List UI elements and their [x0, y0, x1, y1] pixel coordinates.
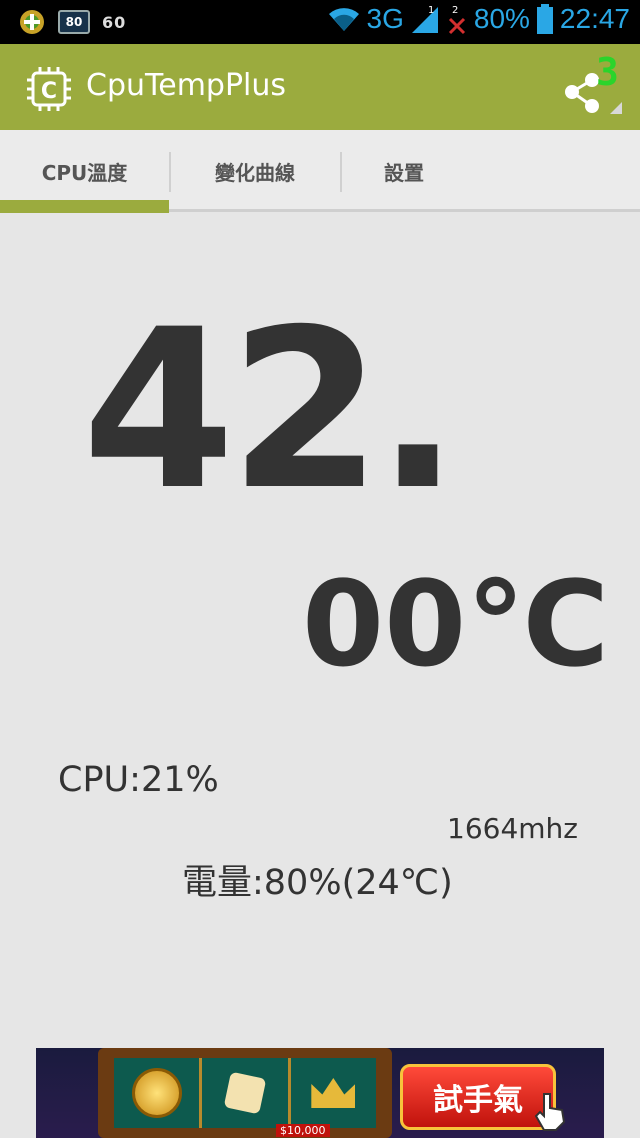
signal-icon: 1 — [411, 5, 438, 33]
crown-icon — [311, 1078, 356, 1108]
temperature-integer: 42. — [82, 282, 460, 538]
cpu-frequency: 1664mhz — [447, 812, 578, 845]
sim1-label: 1 — [428, 5, 434, 16]
hand-cursor-icon — [534, 1093, 566, 1131]
app-notification-icon — [20, 10, 44, 34]
slot-machine-graphic: $10,000 — [98, 1048, 392, 1138]
svg-text:C: C — [41, 79, 57, 104]
battery-percent: 80% — [473, 3, 530, 34]
sim2-label: 2 — [452, 5, 458, 16]
cpu-usage: CPU:21% — [58, 760, 219, 800]
slot-reel — [202, 1058, 291, 1128]
coin-icon — [131, 1068, 182, 1118]
status-bar: 80 60 3G 1 2 80% 22:47 — [0, 0, 640, 44]
network-type: 3G — [366, 3, 404, 34]
ad-banner[interactable]: $10,000 試手氣 — [36, 1048, 604, 1138]
clock: 22:47 — [559, 3, 630, 34]
share-count-badge: 3 — [596, 50, 619, 94]
app-logo-icon: C — [27, 67, 71, 111]
ad-try-luck-button[interactable]: 試手氣 — [400, 1064, 556, 1130]
ad-prize-text: $10,000 — [276, 1124, 330, 1137]
temperature-decimal: 00℃ — [302, 555, 610, 693]
app-title: CpuTempPlus — [86, 68, 287, 103]
tab-settings[interactable]: 設置 — [341, 130, 467, 212]
tab-selected-indicator — [0, 200, 169, 213]
wifi-icon — [328, 8, 359, 31]
notification-badge-icon: 80 — [58, 10, 90, 34]
slot-reel — [291, 1058, 376, 1128]
no-signal-icon: 2 — [448, 5, 465, 35]
tab-trend-curve[interactable]: 變化曲線 — [170, 130, 340, 212]
share-icon — [565, 73, 622, 114]
slot-reel — [114, 1058, 203, 1128]
battery-status: 電量:80%(24℃) — [182, 863, 453, 903]
dice-icon — [223, 1071, 267, 1115]
notification-text: 60 — [102, 12, 127, 32]
share-button[interactable]: 3 — [560, 50, 630, 120]
battery-icon — [536, 4, 553, 34]
action-bar: C CpuTempPlus 3 — [0, 44, 640, 130]
